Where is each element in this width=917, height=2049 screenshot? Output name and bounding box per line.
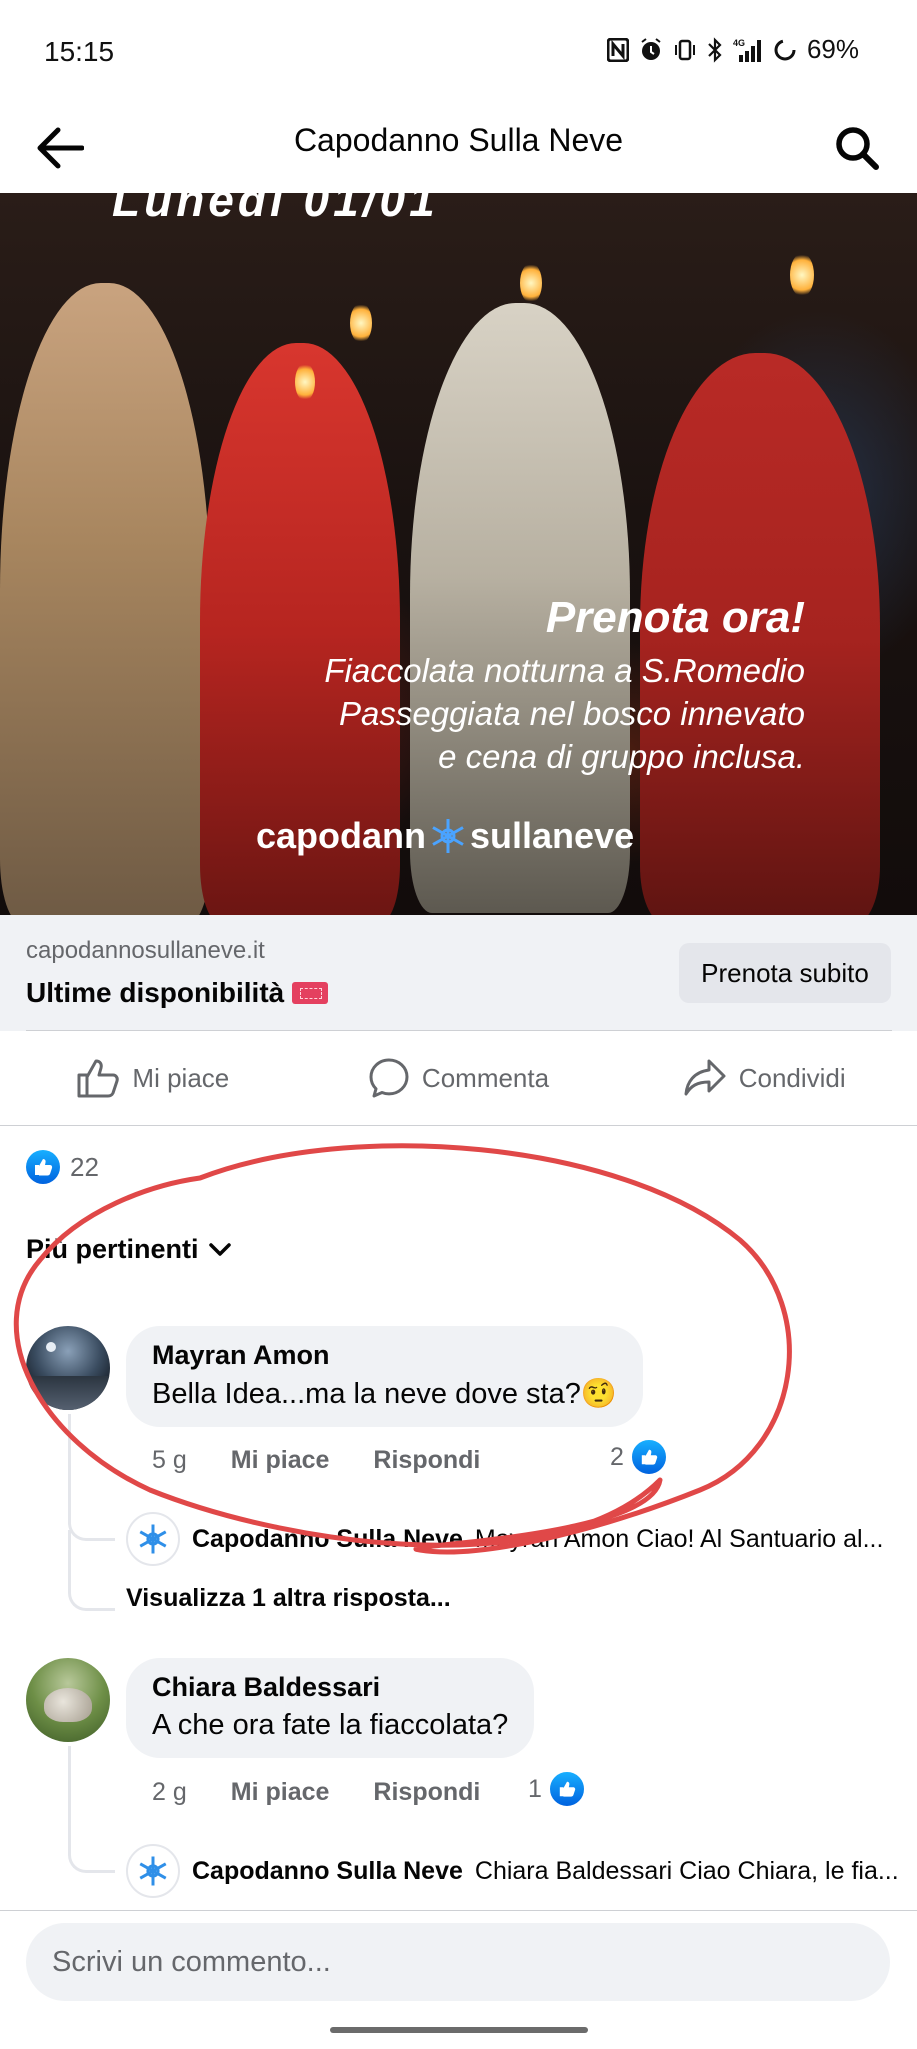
comment-like-button[interactable]: Mi piace: [231, 1778, 330, 1807]
status-bar: 15:15 4G 69%: [0, 0, 917, 104]
brand-text-left: capodann: [256, 815, 427, 856]
home-indicator[interactable]: [330, 2027, 588, 2033]
ad-top-text: Lunedì 01/01: [112, 193, 439, 226]
comment-reply-button[interactable]: Rispondi: [373, 1446, 480, 1475]
torch-flame: [520, 263, 542, 303]
link-preview[interactable]: capodannosullaneve.it Ultime disponibili…: [0, 915, 917, 1031]
comment-bubble: Chiara Baldessari A che ora fate la fiac…: [126, 1658, 535, 1758]
view-more-replies-link[interactable]: Visualizza 1 altra risposta...: [126, 1584, 451, 1613]
person-figure: [0, 283, 210, 915]
ad-brand-logo: capodann sullaneve: [256, 815, 634, 857]
like-reaction-icon: [629, 1438, 668, 1476]
reply-text: Mayran Amon Ciao! Al Santuario al...: [474, 1524, 884, 1553]
page-avatar: [126, 1844, 180, 1898]
comment-reaction-count: 1: [528, 1774, 542, 1803]
page-avatar: [126, 1512, 180, 1566]
ticket-icon: [292, 982, 329, 1004]
ad-image[interactable]: Lunedì 01/01 Prenota ora! Fiaccolata not…: [0, 193, 917, 915]
comment-button[interactable]: Commenta: [306, 1031, 612, 1125]
thread-line: [68, 1530, 115, 1611]
reaction-count: 22: [70, 1151, 99, 1182]
thumbs-up-icon: [77, 1059, 120, 1098]
comment-icon: [369, 1058, 409, 1098]
comment-like-button[interactable]: Mi piace: [231, 1446, 330, 1475]
comment-meta: 2 g Mi piace Rispondi: [152, 1778, 524, 1807]
comment-author[interactable]: Mayran Amon: [152, 1340, 617, 1371]
comment-time[interactable]: 2 g: [152, 1778, 187, 1807]
reaction-summary[interactable]: 22: [26, 1150, 99, 1184]
nfc-icon: [606, 37, 629, 62]
like-button[interactable]: Mi piace: [0, 1031, 306, 1125]
link-domain: capodannosullaneve.it: [26, 937, 265, 964]
reply-author: Capodanno Sulla Neve: [192, 1856, 463, 1885]
ad-headline: Prenota ora!: [545, 593, 805, 642]
comment-sort-dropdown[interactable]: Più pertinenti: [26, 1234, 231, 1265]
reply-author: Capodanno Sulla Neve: [192, 1524, 463, 1553]
chevron-down-icon: [208, 1242, 231, 1256]
like-reaction-icon: [547, 1770, 586, 1808]
comment-reactions[interactable]: 1: [528, 1770, 586, 1808]
comment-composer: [0, 1910, 917, 2049]
like-label: Mi piace: [132, 1062, 230, 1093]
comment-reaction-count: 2: [610, 1442, 624, 1471]
bluetooth-icon: [708, 36, 722, 63]
snowflake-icon: [139, 1856, 167, 1886]
avatar[interactable]: [26, 1658, 110, 1742]
page-title: Capodanno Sulla Neve: [293, 122, 624, 158]
comment-author[interactable]: Chiara Baldessari: [152, 1672, 508, 1703]
snowflake-icon: [139, 1524, 167, 1554]
signal-4g-icon: 4G: [733, 38, 761, 62]
reply-preview[interactable]: Capodanno Sulla Neve Chiara Baldessari C…: [126, 1844, 899, 1898]
status-icons: 4G 69%: [606, 34, 859, 65]
torch-flame: [295, 363, 315, 401]
reply-preview[interactable]: Capodanno Sulla Neve Mayran Amon Ciao! A…: [126, 1512, 883, 1566]
ad-subtext-line: Fiaccolata notturna a S.Romedio: [324, 652, 805, 689]
like-reaction-icon: [26, 1150, 60, 1184]
comment-text: A che ora fate la fiaccolata?: [152, 1709, 509, 1741]
battery-icon: [774, 39, 796, 60]
avatar[interactable]: [26, 1326, 110, 1410]
share-label: Condividi: [738, 1062, 846, 1093]
alarm-icon: [641, 37, 661, 60]
comment-input[interactable]: [26, 1923, 890, 2001]
search-icon: [836, 127, 879, 170]
comment-bubble: Mayran Amon Bella Idea...ma la neve dove…: [126, 1326, 643, 1427]
search-button[interactable]: [825, 116, 889, 180]
comment-text: Bella Idea...ma la neve dove sta?🤨: [152, 1378, 617, 1410]
link-title: Ultime disponibilità: [26, 977, 329, 1009]
page-header: Capodanno Sulla Neve: [0, 104, 917, 192]
reply-text: Chiara Baldessari Ciao Chiara, le fia...: [474, 1856, 899, 1885]
sort-label: Più pertinenti: [26, 1234, 199, 1264]
svg-text:4G: 4G: [733, 38, 745, 48]
book-now-button[interactable]: Prenota subito: [679, 943, 891, 1003]
comment-reactions[interactable]: 2: [610, 1438, 668, 1476]
comment-meta: 5 g Mi piace Rispondi: [152, 1446, 524, 1475]
ad-subtext-line: e cena di gruppo inclusa.: [438, 738, 805, 775]
thread-line: [68, 1746, 115, 1873]
status-time: 15:15: [44, 36, 115, 67]
share-icon: [684, 1059, 726, 1096]
post-action-bar: Mi piace Commenta Condividi: [0, 1031, 917, 1126]
ad-subtext-line: Passeggiata nel bosco innevato: [339, 695, 805, 732]
comment-reply-button[interactable]: Rispondi: [373, 1778, 480, 1807]
torch-flame: [790, 253, 814, 297]
battery-percent: 69%: [806, 34, 859, 64]
comment-label: Commenta: [421, 1062, 550, 1093]
comment-time[interactable]: 5 g: [152, 1446, 187, 1475]
thread-line: [68, 1414, 115, 1541]
share-button[interactable]: Condividi: [611, 1031, 917, 1125]
ad-subtext: Fiaccolata notturna a S.Romedio Passeggi…: [324, 649, 805, 778]
torch-flame: [350, 303, 372, 343]
link-title-text: Ultime disponibilità: [26, 977, 285, 1008]
vibrate-icon: [674, 39, 695, 60]
brand-text-right: sullaneve: [470, 815, 635, 856]
snowflake-icon: [432, 819, 464, 853]
